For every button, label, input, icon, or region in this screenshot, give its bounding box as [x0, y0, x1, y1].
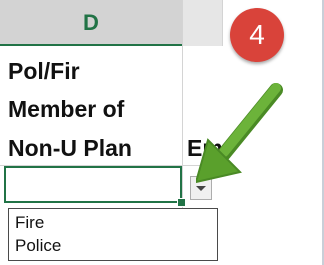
header-cell-line-2: Member of: [8, 96, 125, 122]
column-divider: [182, 0, 183, 208]
green-arrow-icon: [196, 83, 283, 184]
dropdown-option-fire[interactable]: Fire: [15, 213, 44, 233]
column-header-d[interactable]: D: [0, 0, 182, 46]
header-cell-line-3: Non-U Plan: [8, 135, 132, 161]
dropdown-option-police[interactable]: Police: [15, 236, 61, 256]
dropdown-list: Fire Police: [8, 208, 218, 261]
header-cell-line-1: Pol/Fir: [8, 58, 80, 84]
column-divider-right: [222, 0, 223, 46]
fill-handle[interactable]: [177, 198, 186, 207]
step-number-badge: 4: [230, 8, 284, 62]
active-cell[interactable]: [4, 166, 182, 203]
step-number: 4: [249, 19, 265, 50]
column-header-e[interactable]: [183, 0, 223, 46]
spreadsheet-view: D Pol/Fir Member of Non-U Plan Em Fire P…: [0, 0, 324, 265]
